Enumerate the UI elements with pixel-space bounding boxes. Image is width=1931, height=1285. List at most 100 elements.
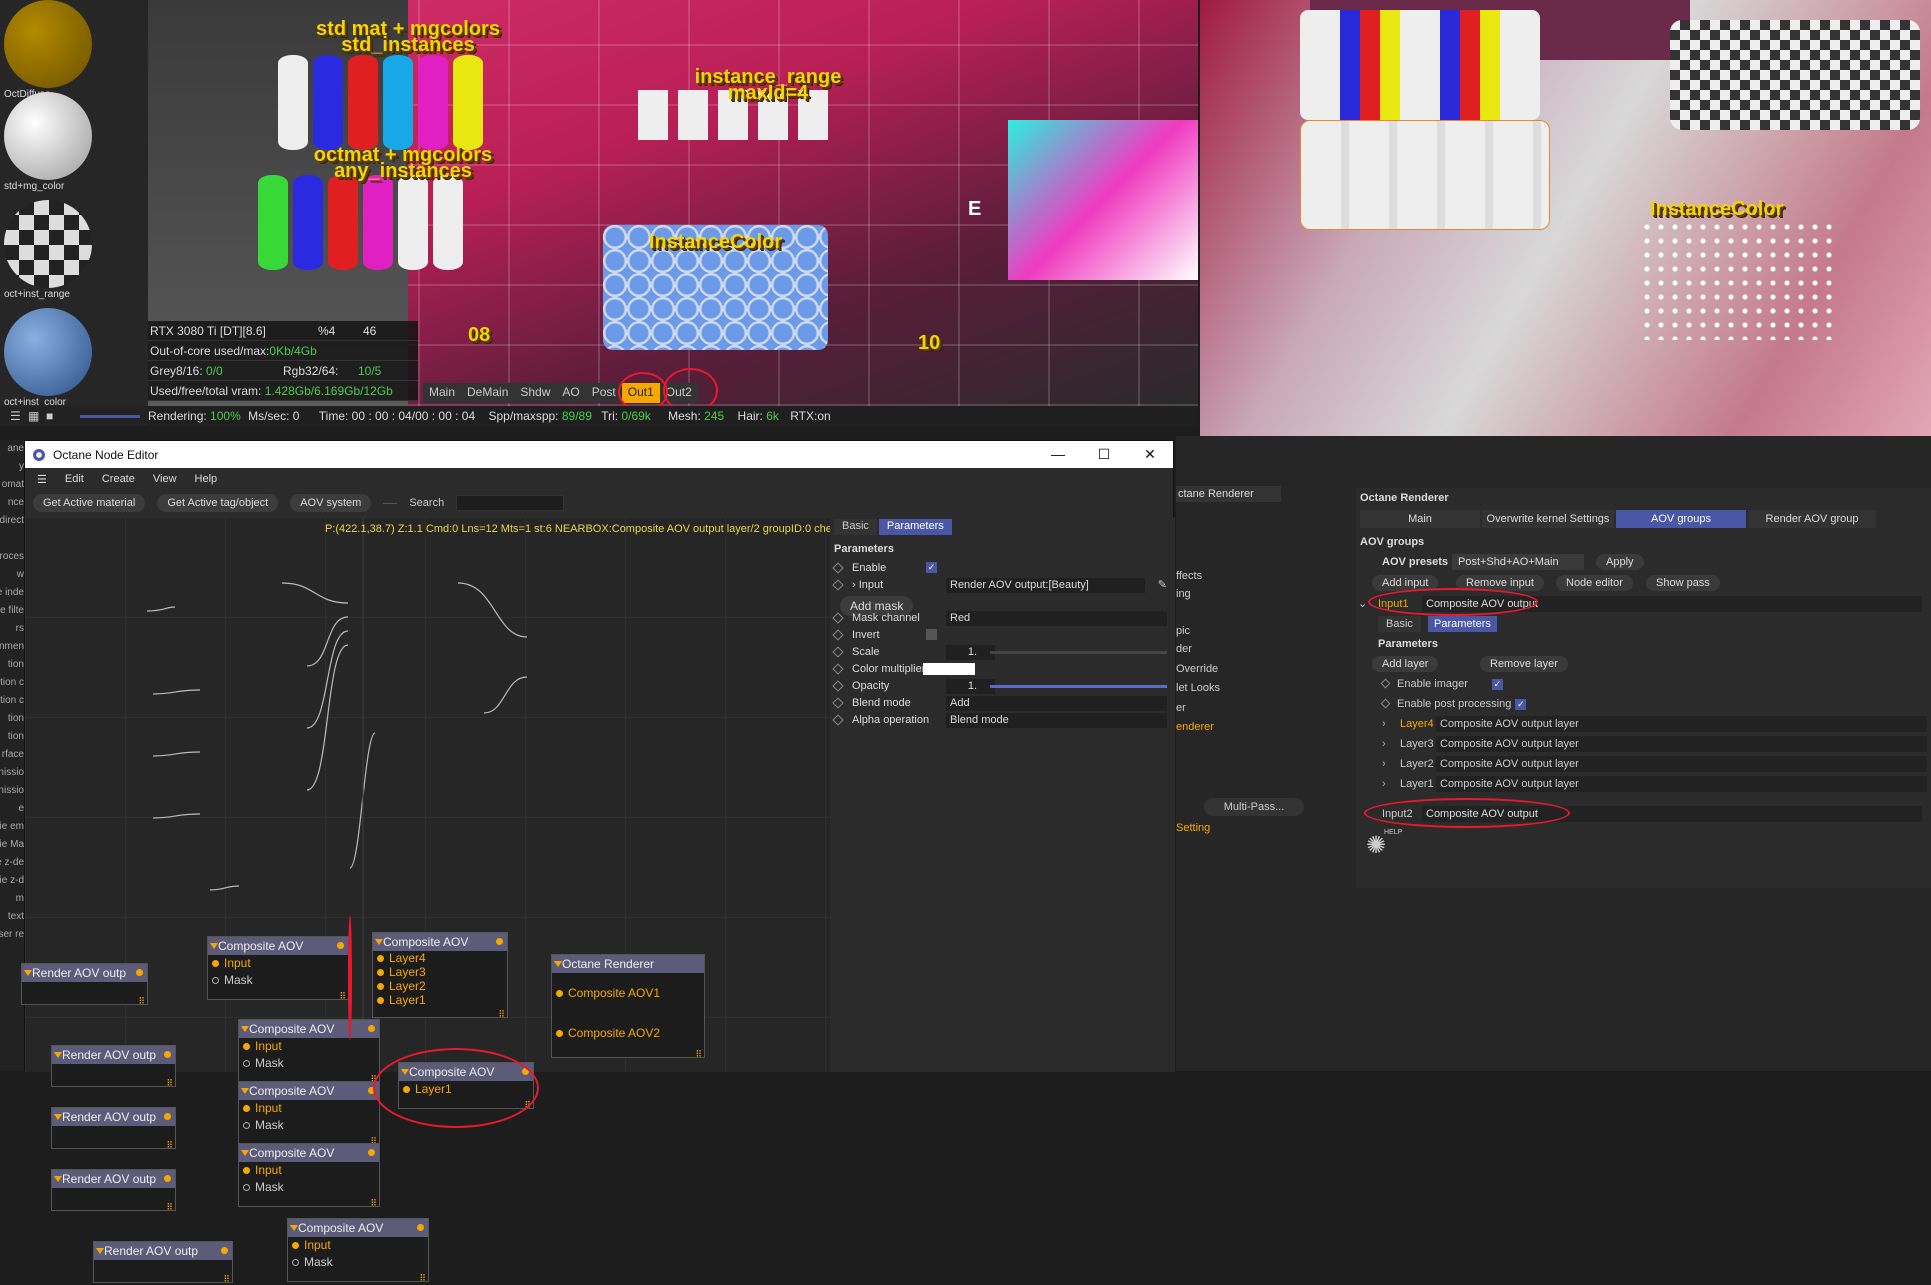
composite-aov-node[interactable]: Composite AOV Input Mask [207,936,349,1002]
output-port[interactable] [164,1175,171,1182]
apply-button[interactable]: Apply [1596,554,1644,570]
input-port[interactable]: Input [239,1162,379,1179]
render-aov-node[interactable]: Render AOV outp [21,963,148,1007]
settings-item[interactable]: ing [1176,588,1191,600]
pass-demain[interactable]: DeMain [461,383,515,403]
output-port[interactable] [368,1025,375,1032]
show-pass-button[interactable]: Show pass [1646,575,1720,591]
composite-aov-node[interactable]: Composite AOV Input Mask [238,1143,380,1209]
pass-ao[interactable]: AO [556,383,586,403]
output-port[interactable] [221,1247,228,1254]
output-port[interactable] [496,938,503,945]
tab-main[interactable]: Main [1360,510,1480,528]
render-aov-node[interactable]: Render AOV outp [51,1107,176,1151]
output-port[interactable] [417,1224,424,1231]
add-input-button[interactable]: Add input [1372,575,1439,591]
mask-port[interactable]: Mask [288,1254,428,1271]
node-editor-titlebar[interactable]: Octane Node Editor — ☐ ✕ [25,441,1173,468]
sub-tab-basic[interactable]: Basic [1378,616,1421,632]
single-view-icon[interactable]: ■ [46,409,53,423]
menu-help[interactable]: Help [195,473,218,485]
composite-aov-node[interactable]: Composite AOV Input Mask [238,1081,380,1147]
tab-parameters[interactable]: Parameters [878,519,952,535]
settings-item[interactable]: pic [1176,625,1190,637]
hamburger-icon[interactable]: ☰ [37,473,47,486]
thumb-size-slider[interactable] [80,415,140,418]
layer-row[interactable]: › Layer1 Composite AOV output layer [1382,776,1927,792]
pass-shdw[interactable]: Shdw [514,383,557,403]
output-port[interactable] [522,1068,529,1075]
render-aov-node[interactable]: Render AOV outp [51,1045,176,1089]
pass-out1[interactable]: Out1 [621,383,660,403]
material-std-mg-color[interactable]: std+mg_color [4,92,92,192]
aov-system-button[interactable]: AOV system [290,494,372,512]
mask-port[interactable]: Mask [208,972,348,989]
pass-post[interactable]: Post [585,383,622,403]
menu-edit[interactable]: Edit [65,473,84,485]
keyframe-icon[interactable] [1380,698,1391,709]
remove-layer-button[interactable]: Remove layer [1480,656,1568,672]
output-port[interactable] [164,1113,171,1120]
node-editor-button[interactable]: Node editor [1556,575,1633,591]
output-port[interactable] [164,1051,171,1058]
setting-link[interactable]: Setting [1176,822,1210,834]
search-input[interactable] [456,495,565,511]
layer-value[interactable]: Composite AOV output layer [1436,756,1927,772]
input1-field[interactable]: Composite AOV output [1422,596,1922,612]
layer-row[interactable]: › Layer3 Composite AOV output layer [1382,736,1927,752]
composite-aov-node[interactable]: Composite AOV Input Mask [238,1019,380,1085]
layer-port[interactable]: Layer1 [399,1081,533,1098]
input2-field[interactable]: Composite AOV output [1422,806,1922,822]
get-active-tag-button[interactable]: Get Active tag/object [157,494,279,512]
settings-item[interactable]: ffects [1176,570,1202,582]
maximize-icon[interactable]: ☐ [1081,446,1127,463]
scale-slider[interactable] [990,651,1167,654]
render-aov-node[interactable]: Render AOV outp [93,1241,233,1285]
layer-value[interactable]: Composite AOV output layer [1436,776,1927,792]
input-port[interactable]: Input [239,1038,379,1055]
composite-aov-layer-node[interactable]: Composite AOV Layer1 [398,1062,534,1111]
tab-aov-groups[interactable]: AOV groups [1616,510,1746,528]
settings-item[interactable]: er [1176,702,1186,714]
scale-field[interactable]: 1. [946,645,995,660]
multipass-button[interactable]: Multi-Pass... [1204,798,1304,816]
opacity-field[interactable]: 1. [946,679,995,694]
composite-aov1-port[interactable]: Composite AOV1 [552,985,704,1002]
editor-viewport[interactable]: InstanceColor [1200,0,1931,436]
keyframe-icon[interactable] [1380,678,1391,689]
render-viewport[interactable]: std mat + mgcolors std_instances octmat … [148,0,1198,406]
octane-renderer-node[interactable]: Octane Renderer Composite AOV1 Composite… [551,954,705,1060]
layer-value[interactable]: Composite AOV output layer [1436,716,1927,732]
grid-view-icon[interactable]: ▦ [28,409,39,423]
list-view-icon[interactable]: ☰ [10,409,21,423]
add-layer-button[interactable]: Add layer [1372,656,1439,672]
layer-port[interactable]: Layer3 [373,965,507,979]
layer-port[interactable]: Layer1 [373,993,507,1007]
layer-port[interactable]: Layer4 [373,951,507,965]
blend-mode-select[interactable]: Add [946,696,1167,711]
layer-value[interactable]: Composite AOV output layer [1436,736,1927,752]
output-port[interactable] [368,1087,375,1094]
settings-item[interactable]: let Looks [1176,682,1220,694]
get-active-material-button[interactable]: Get Active material [33,494,146,512]
aov-presets-select[interactable]: Post+Shd+AO+Main [1452,554,1584,570]
close-icon[interactable]: ✕ [1127,446,1173,463]
composite-aov-node[interactable]: Composite AOV Input Mask [287,1218,429,1284]
sub-tab-parameters[interactable]: Parameters [1428,616,1497,632]
material-oct-inst-range[interactable]: oct+inst_range [4,200,92,300]
opacity-slider[interactable] [990,685,1167,688]
mask-port[interactable]: Mask [239,1179,379,1196]
pass-main[interactable]: Main [423,383,462,403]
layer-row[interactable]: › Layer4 Composite AOV output layer [1382,716,1927,732]
minimize-icon[interactable]: — [1035,446,1081,463]
picker-icon[interactable]: ✎ [1158,577,1167,594]
material-oct-inst-color[interactable]: oct+inst_color [4,308,92,408]
tab-overwrite-kernel[interactable]: Overwrite kernel Settings [1482,510,1614,528]
invert-checkbox[interactable] [926,629,937,640]
enable-post-checkbox[interactable]: ✓ [1515,699,1527,710]
mask-port[interactable]: Mask [239,1117,379,1134]
settings-item[interactable]: der [1176,643,1192,655]
pass-out2[interactable]: Out2 [659,383,698,403]
mask-port[interactable]: Mask [239,1055,379,1072]
output-port[interactable] [337,942,344,949]
